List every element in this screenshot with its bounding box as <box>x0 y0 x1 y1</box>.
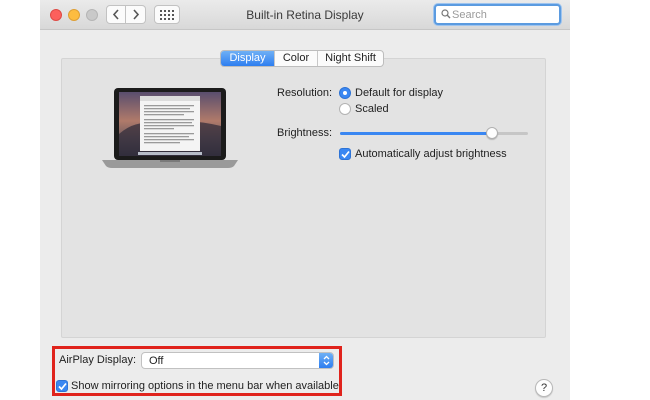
tab-display[interactable]: Display <box>221 51 274 66</box>
default-for-display-label[interactable]: Default for display <box>355 87 443 99</box>
show-mirroring-label[interactable]: Show mirroring options in the menu bar w… <box>71 380 339 392</box>
search-icon <box>441 9 451 19</box>
laptop-display-image <box>102 88 238 168</box>
resolution-label: Resolution: <box>277 87 333 99</box>
brightness-slider-fill <box>340 132 492 135</box>
auto-brightness-label[interactable]: Automatically adjust brightness <box>355 148 507 160</box>
radio-default-for-display[interactable] <box>339 87 351 99</box>
show-mirroring-checkbox[interactable] <box>56 380 68 392</box>
radio-scaled[interactable] <box>339 103 351 115</box>
brightness-slider[interactable] <box>340 132 528 135</box>
tab-bar: Display Color Night Shift <box>220 50 384 67</box>
auto-brightness-checkbox[interactable] <box>339 148 351 160</box>
search-input[interactable] <box>452 7 556 23</box>
help-button[interactable]: ? <box>535 379 553 397</box>
tab-color[interactable]: Color <box>274 51 317 66</box>
scaled-label[interactable]: Scaled <box>355 103 389 115</box>
checkmark-icon <box>58 382 67 391</box>
brightness-label: Brightness: <box>277 127 333 139</box>
airplay-display-select[interactable]: Off <box>141 352 334 369</box>
brightness-slider-knob[interactable] <box>486 127 498 139</box>
airplay-display-label: AirPlay Display: <box>59 354 137 366</box>
tab-night-shift[interactable]: Night Shift <box>317 51 383 66</box>
checkmark-icon <box>341 150 350 159</box>
airplay-display-value: Off <box>149 355 164 367</box>
popup-stepper-icon <box>319 353 333 368</box>
title-bar: Built-in Retina Display <box>40 0 570 30</box>
search-field[interactable] <box>434 4 561 25</box>
